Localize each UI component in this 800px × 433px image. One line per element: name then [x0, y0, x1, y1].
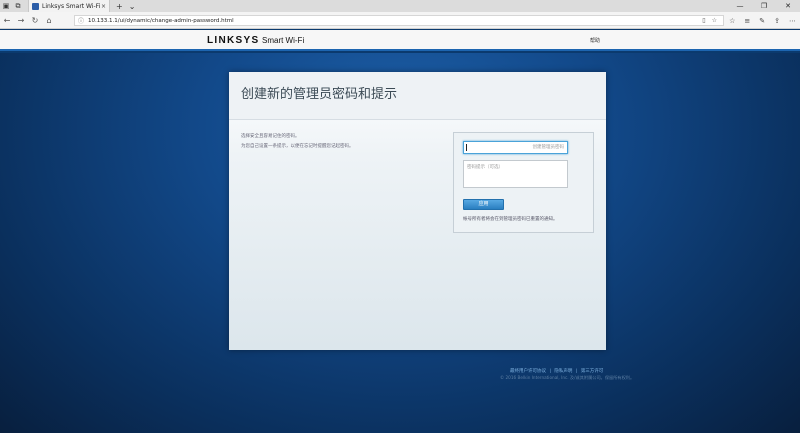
hint-placeholder: 密码提示（可选） — [467, 165, 503, 170]
more-menu-icon[interactable]: ⋯ — [789, 17, 796, 25]
reading-view-icon[interactable]: ▯ — [702, 17, 705, 24]
browser-address-bar: ← → ↻ ⌂ ⓘ 10.133.1.1/ui/dynamic/change-a… — [0, 12, 800, 29]
description-line-2: 为您自己设置一条提示，以便在忘记时提醒您记起密码。 — [241, 144, 354, 149]
page-title: 创建新的管理员密码和提示 — [241, 87, 398, 102]
linksys-favicon-icon — [32, 2, 39, 10]
description-line-1: 选择安全且容易记住的密码。 — [241, 134, 300, 139]
eula-link[interactable]: 最终用户许可协议 — [510, 369, 546, 374]
minimize-button[interactable]: — — [728, 2, 752, 10]
panel-header: 创建新的管理员密码和提示 — [229, 72, 606, 120]
site-info-icon[interactable]: ⓘ — [78, 16, 84, 25]
third-party-link[interactable]: 第三方许可 — [581, 369, 604, 374]
tab-actions-icon[interactable]: ▣ — [0, 0, 12, 12]
site-header: LINKSYS Smart Wi-Fi 帮助 — [0, 30, 800, 51]
tab-preview-icon[interactable]: ⧉ — [12, 0, 24, 12]
favorite-star-icon[interactable]: ☆ — [712, 17, 717, 24]
tab-title: Linksys Smart Wi-Fi — [42, 2, 101, 10]
privacy-link[interactable]: 隐私声明 — [554, 369, 572, 374]
reading-list-icon[interactable]: ≡ — [744, 17, 750, 25]
password-input[interactable]: 创建管理员密码 — [463, 141, 568, 154]
password-placeholder: 创建管理员密码 — [532, 145, 565, 150]
share-icon[interactable]: ⇪ — [774, 17, 780, 25]
url-field[interactable]: ⓘ 10.133.1.1/ui/dynamic/change-admin-pas… — [74, 15, 724, 26]
tab-list-chevron-icon[interactable]: ⌄ — [129, 2, 136, 11]
footer-separator: | — [549, 369, 551, 374]
back-icon[interactable]: ← — [0, 12, 14, 29]
window-controls: — ❐ ✕ — [728, 2, 800, 10]
hint-input[interactable]: 密码提示（可选） — [463, 160, 568, 188]
new-tab-button[interactable]: + — [116, 2, 123, 11]
url-text: 10.133.1.1/ui/dynamic/change-admin-passw… — [88, 17, 234, 24]
password-panel: 创建新的管理员密码和提示 选择安全且容易记住的密码。 为您自己设置一条提示，以便… — [229, 72, 606, 350]
text-caret — [466, 144, 467, 151]
home-icon[interactable]: ⌂ — [42, 12, 56, 29]
tab-close-icon[interactable]: × — [101, 3, 106, 10]
product-name: Smart Wi-Fi — [262, 36, 305, 45]
refresh-icon[interactable]: ↻ — [28, 12, 42, 29]
reset-note: 帐号所有者将会在到管理员密码已重置的通知。 — [463, 217, 558, 222]
footer-separator: | — [575, 369, 578, 374]
maximize-button[interactable]: ❐ — [752, 2, 776, 10]
copyright-text: © 2016 Belkin International, Inc. 及/或其附属… — [500, 375, 635, 380]
forward-icon[interactable]: → — [14, 12, 28, 29]
help-link[interactable]: 帮助 — [590, 37, 600, 44]
linksys-logo: LINKSYS — [207, 35, 260, 46]
web-note-icon[interactable]: ✎ — [759, 17, 765, 25]
apply-button[interactable]: 应用 — [463, 199, 504, 210]
close-window-button[interactable]: ✕ — [776, 2, 800, 10]
favorites-hub-icon[interactable]: ☆ — [729, 17, 735, 25]
browser-tab[interactable]: Linksys Smart Wi-Fi × — [28, 0, 110, 12]
browser-tab-bar: ▣ ⧉ Linksys Smart Wi-Fi × + ⌄ — ❐ ✕ — [0, 0, 800, 12]
footer-links: 最终用户许可协议 | 隐私声明 | 第三方许可 — [510, 368, 605, 374]
password-form: 创建管理员密码 密码提示（可选） 应用 帐号所有者将会在到管理员密码已重置的通知… — [453, 132, 594, 233]
